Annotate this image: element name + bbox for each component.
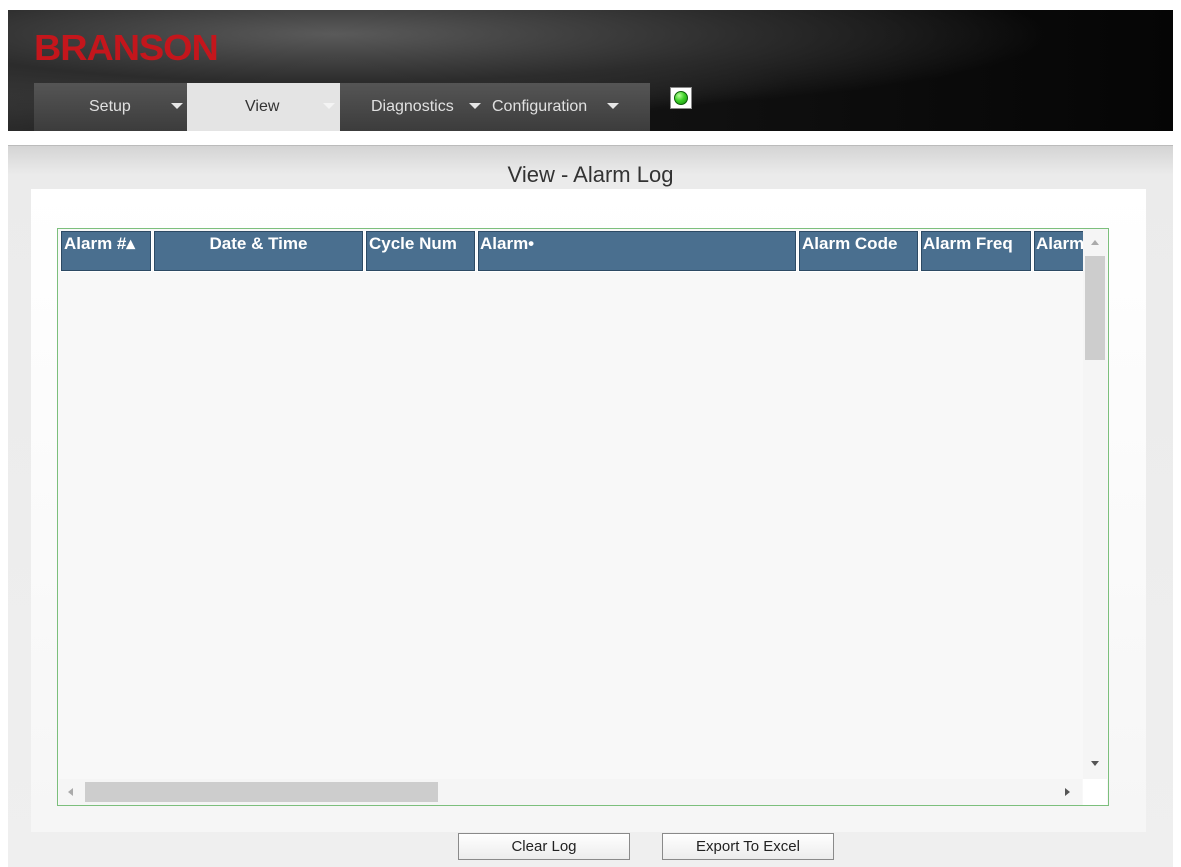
horizontal-scroll-thumb[interactable] [85,782,438,802]
clear-log-button[interactable]: Clear Log [458,833,630,860]
scroll-right-icon[interactable] [1065,788,1070,796]
tab-view-label: View [245,98,280,115]
tab-configuration-label: Configuration [492,98,588,115]
tab-view[interactable]: View [187,83,340,131]
export-to-excel-button[interactable]: Export To Excel [662,833,834,860]
tab-diagnostics-label: Diagnostics [371,98,454,115]
status-indicator [670,87,692,109]
column-header-alarm-extra[interactable]: Alarm [1033,231,1088,272]
main-nav: Setup View Diagnostics Configuration [34,83,650,131]
horizontal-scrollbar[interactable] [59,779,1082,805]
scrollbar-corner [1083,779,1107,805]
vertical-scroll-thumb[interactable] [1085,256,1105,360]
column-header-date-time[interactable]: Date & Time [153,231,364,272]
page-title: View - Alarm Log [507,162,674,187]
chevron-down-icon [607,103,619,109]
tab-configuration[interactable]: Configuration [488,83,650,131]
chevron-down-icon [323,103,335,109]
column-header-alarm[interactable]: Alarm• [477,231,797,272]
app-header: BRANSON Setup View Diagnostics Configura… [8,10,1173,131]
branson-logo: BRANSON [34,27,219,68]
column-header-cycle-num[interactable]: Cycle Num [365,231,476,272]
scroll-left-icon[interactable] [68,788,73,796]
column-header-alarm-number[interactable]: Alarm #▴ [60,231,152,272]
tab-setup[interactable]: Setup [34,83,187,131]
chevron-down-icon [469,103,481,109]
green-led-icon [674,91,688,105]
tab-setup-label: Setup [89,98,131,115]
vertical-scrollbar[interactable] [1083,229,1107,786]
alarm-log-table: Alarm #▴ Date & Time Cycle Num Alarm• Al… [57,228,1109,806]
scroll-down-icon[interactable] [1091,761,1099,766]
tab-diagnostics[interactable]: Diagnostics [340,83,488,131]
column-header-alarm-freq[interactable]: Alarm Freq [920,231,1032,272]
scroll-up-icon[interactable] [1091,240,1099,245]
column-header-alarm-code[interactable]: Alarm Code [798,231,919,272]
chevron-down-icon [171,103,183,109]
